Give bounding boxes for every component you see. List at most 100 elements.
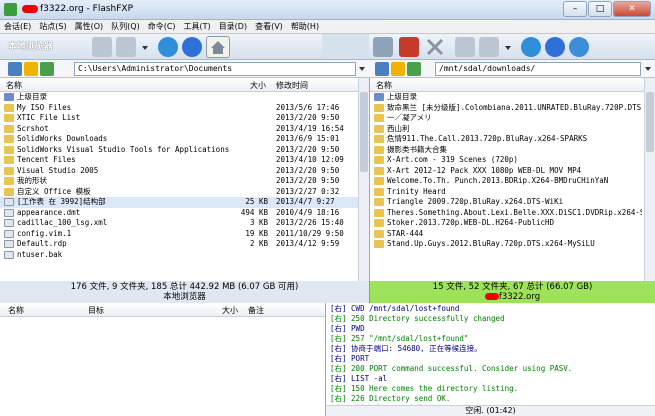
local-file-row[interactable]: 自定义 Office 模板 2013/2/27 0:32 <box>0 187 369 198</box>
local-file-row[interactable]: My ISO Files 2013/5/6 17:46 <box>0 103 369 114</box>
transfer-queue: 名称 目标 大小 备注 <box>0 303 326 416</box>
file-name: Scrshot <box>17 123 49 133</box>
go-refresh-icon[interactable] <box>407 62 421 76</box>
menu-item[interactable]: 队列(Q) <box>107 20 144 33</box>
pause-icon[interactable] <box>455 37 475 57</box>
local-file-row[interactable]: 上级目录 <box>0 92 369 103</box>
local-file-row[interactable]: [工作表 在 3992]结构部 25 KB 2013/4/7 9:27 <box>0 197 369 208</box>
local-file-row[interactable]: Visual Studio 2005 2013/2/20 9:50 <box>0 166 369 177</box>
local-browser-button[interactable]: 本地浏览器 <box>8 39 72 55</box>
favorite-star-icon[interactable] <box>391 62 405 76</box>
menu-item[interactable]: 查看(V) <box>251 20 287 33</box>
sync-icon[interactable] <box>521 37 541 57</box>
queue-col-note[interactable]: 备注 <box>248 305 264 316</box>
remote-file-row[interactable]: 西山利 <box>370 124 655 135</box>
remote-vertical-scrollbar[interactable] <box>644 78 655 281</box>
remote-file-row[interactable]: Welcome.To.Th. Punch.2013.BDRip.X264-BMD… <box>370 176 655 187</box>
disconnect-icon[interactable] <box>399 37 419 57</box>
col-name[interactable]: 名称 <box>376 80 392 91</box>
file-modified: 2013/5/6 17:46 <box>276 102 340 112</box>
file-size: 25 KB <box>245 197 268 206</box>
redacted-mark <box>22 5 38 13</box>
file-modified: 2013/4/7 9:27 <box>276 197 335 206</box>
col-modified[interactable]: 修改时间 <box>276 80 308 91</box>
view-icon[interactable] <box>8 62 22 76</box>
log-line: [右] LIST -al <box>330 374 388 383</box>
log-line: [右] 协商于端口: 54680, 正在等候连接。 <box>330 344 482 353</box>
folder-icon <box>4 177 14 185</box>
folder-icon <box>374 145 384 154</box>
local-file-row[interactable]: SolidWorks Visual Studio Tools for Appli… <box>0 145 369 156</box>
view-icon[interactable] <box>375 62 389 76</box>
remote-file-row[interactable]: X-Art 2012-12 Pack XXX 1080p WEB-DL MOV … <box>370 166 655 177</box>
menu-item[interactable]: 帮助(H) <box>287 20 323 33</box>
left-path-input[interactable]: C:\Users\Administrator\Documents <box>74 62 356 76</box>
remote-file-row[interactable]: 一／凝アメリ <box>370 113 655 124</box>
folder-icon <box>374 103 384 112</box>
remote-file-row[interactable]: X-Art.com - 319 Scenes (720p) <box>370 155 655 166</box>
session-log: [右] CWD /mnt/sdal/lost+found [右] 250 Dire… <box>326 303 655 416</box>
local-file-row[interactable]: Scrshot 2013/4/19 16:54 <box>0 124 369 135</box>
right-path-input[interactable]: /mnt/sdal/downloads/ <box>435 62 641 76</box>
folder-icon <box>374 240 384 248</box>
folder-icon <box>374 208 384 217</box>
menu-item[interactable]: 会话(E) <box>0 20 35 33</box>
local-file-row[interactable]: Tencent Files 2013/4/10 12:09 <box>0 155 369 166</box>
menu-item[interactable]: 命令(C) <box>144 20 180 33</box>
sync-icon[interactable] <box>158 37 178 57</box>
favorite-star-icon[interactable] <box>24 62 38 76</box>
home-icon[interactable] <box>206 36 230 58</box>
right-path-dropdown-icon[interactable] <box>643 62 653 76</box>
refresh-icon[interactable] <box>182 37 202 57</box>
local-file-row[interactable]: Default.rdp 2 KB 2013/4/12 9:59 <box>0 239 369 250</box>
local-vertical-scrollbar[interactable] <box>358 78 369 281</box>
local-file-row[interactable]: XTIC File List 2013/2/20 9:50 <box>0 113 369 124</box>
maximize-button[interactable]: □ <box>588 1 612 17</box>
remote-file-row[interactable]: 危情911.The.Call.2013.720p.BluRay.x264-SPA… <box>370 134 655 145</box>
title-bar: f3322.org - FlashFXP – □ ✕ <box>0 0 655 20</box>
remote-file-row[interactable]: STAR-444 <box>370 229 655 240</box>
queue-col-name[interactable]: 名称 <box>8 305 24 316</box>
dropdown-arrow-icon[interactable] <box>140 37 150 57</box>
local-file-row[interactable]: config.vim.1 19 KB 2011/10/29 9:50 <box>0 229 369 240</box>
menu-item[interactable]: 工具(T) <box>180 20 215 33</box>
local-file-row[interactable]: appearance.dmt 494 KB 2010/4/9 18:16 <box>0 208 369 219</box>
col-name[interactable]: 名称 <box>6 80 22 91</box>
close-button[interactable]: ✕ <box>613 1 651 17</box>
menu-item[interactable]: 属性(O) <box>71 20 108 33</box>
pause-icon[interactable] <box>92 37 112 57</box>
queue-col-size[interactable]: 大小 <box>222 305 238 316</box>
play-icon[interactable] <box>479 37 499 57</box>
abort-icon[interactable] <box>425 37 445 57</box>
minimize-button[interactable]: – <box>563 1 587 17</box>
file-modified: 2013/2/26 15:40 <box>276 218 344 227</box>
remote-file-row[interactable]: Trinity Heard <box>370 187 655 198</box>
remote-file-row[interactable]: 致命黑兰 [未分级版].Colombiana.2011.UNRATED.BluR… <box>370 103 655 114</box>
file-icon <box>4 198 14 206</box>
go-refresh-icon[interactable] <box>40 62 54 76</box>
remote-column-header: 名称 <box>370 78 655 92</box>
menu-item[interactable]: 目录(D) <box>215 20 251 33</box>
queue-col-target[interactable]: 目标 <box>88 305 104 316</box>
file-name: appearance.dmt <box>17 207 81 217</box>
globe-icon[interactable] <box>569 37 589 57</box>
local-file-row[interactable]: cadillac_100_lsg.xml 3 KB 2013/2/26 15:40 <box>0 218 369 229</box>
remote-file-row[interactable]: Triangle 2009.720p.BluRay.x264.DTS-WiKi <box>370 197 655 208</box>
remote-file-row[interactable]: 摄影类书籍大合集 <box>370 145 655 156</box>
remote-file-row[interactable]: 上级目录 <box>370 92 655 103</box>
dropdown-arrow-icon[interactable] <box>503 37 513 57</box>
play-icon[interactable] <box>116 37 136 57</box>
connect-icon[interactable] <box>373 37 393 57</box>
local-file-row[interactable]: 我的形状 2013/2/20 9:50 <box>0 176 369 187</box>
local-file-row[interactable]: ntuser.bak <box>0 250 369 261</box>
left-path-dropdown-icon[interactable] <box>357 62 367 76</box>
col-size[interactable]: 大小 <box>250 80 266 91</box>
file-modified: 2013/6/9 15:01 <box>276 134 340 143</box>
remote-file-row[interactable]: Stoker.2013.720p.WEB-DL.H264-PublicHD <box>370 218 655 229</box>
remote-file-row[interactable]: Stand.Up.Guys.2012.BluRay.720p.DTS.x264-… <box>370 239 655 250</box>
file-modified: 2011/10/29 9:50 <box>276 228 344 238</box>
remote-file-row[interactable]: Theres.Something.About.Lexi.Belle.XXX.Di… <box>370 208 655 219</box>
local-file-row[interactable]: SolidWorks Downloads 2013/6/9 15:01 <box>0 134 369 145</box>
menu-item[interactable]: 站点(S) <box>35 20 70 33</box>
refresh-icon[interactable] <box>545 37 565 57</box>
